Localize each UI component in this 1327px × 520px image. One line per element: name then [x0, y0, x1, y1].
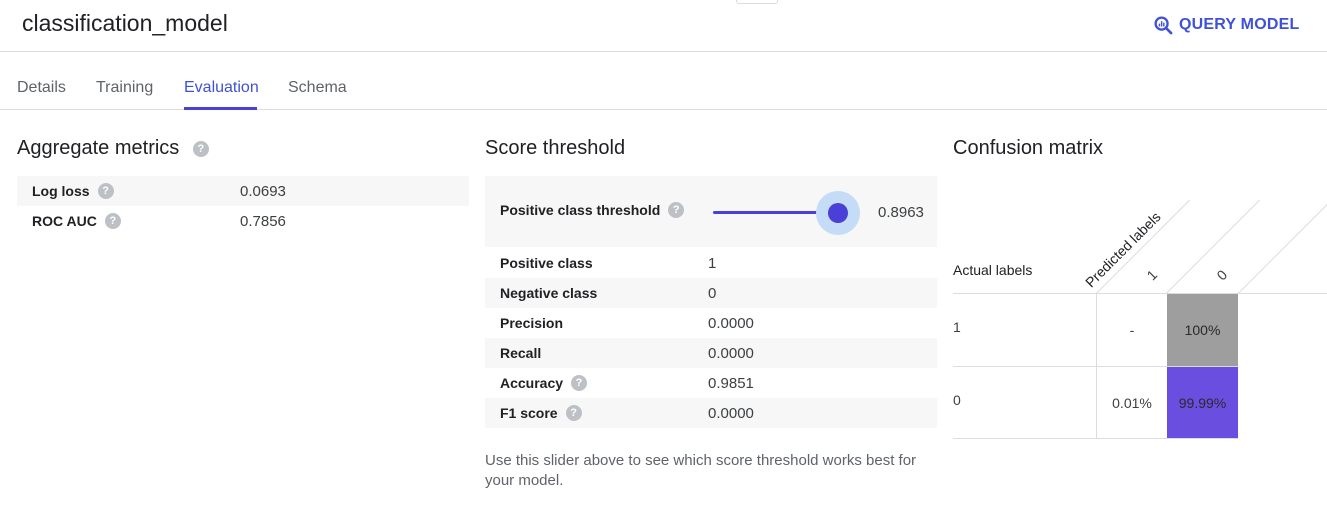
header-diagonal-line: [1166, 199, 1261, 294]
metric-value: 0.0000: [708, 314, 754, 332]
tab-training[interactable]: Training: [96, 79, 153, 97]
metric-label: Precision: [500, 315, 564, 331]
metric-label-text: Log loss: [32, 183, 90, 199]
actual-labels-axis: Actual labels: [953, 262, 1033, 278]
metric-label-text: ROC AUC: [32, 213, 97, 229]
metric-row-positive-class: Positive class 1: [485, 248, 937, 278]
metric-value: 0.0000: [708, 344, 754, 362]
metric-label: F1 score ?: [500, 405, 582, 421]
top-handle[interactable]: [736, 0, 778, 4]
tab-schema[interactable]: Schema: [288, 79, 347, 97]
metric-label: ROC AUC ?: [32, 213, 121, 229]
aggregate-metrics-title: Aggregate metrics ?: [17, 137, 209, 160]
f1-help-icon[interactable]: ?: [565, 405, 582, 421]
header-diagonal-line: [1238, 199, 1327, 294]
metric-value: 0.0693: [240, 182, 286, 200]
metric-row-negative-class: Negative class 0: [485, 278, 937, 308]
threshold-slider-panel: Positive class threshold ? 0.8963: [485, 176, 937, 247]
threshold-value: 0.8963: [878, 204, 924, 221]
threshold-label-text: Positive class threshold: [500, 202, 661, 218]
aggregate-metrics-title-text: Aggregate metrics: [17, 137, 180, 159]
threshold-label: Positive class threshold ?: [500, 202, 685, 218]
metric-row-accuracy: Accuracy ? 0.9851: [485, 368, 937, 398]
page-title: classification_model: [22, 10, 228, 36]
metric-value: 1: [708, 254, 717, 272]
active-tab-indicator: [184, 107, 257, 110]
metric-row-log-loss: Log loss ? 0.0693: [17, 176, 469, 206]
threshold-slider-handle[interactable]: [828, 203, 848, 223]
matrix-cell: -: [1129, 322, 1135, 338]
metric-label: Log loss ?: [32, 183, 114, 199]
metric-value: 0.0000: [708, 404, 754, 422]
metric-label-text: Accuracy: [500, 375, 564, 391]
tab-evaluation[interactable]: Evaluation: [184, 79, 259, 97]
predicted-class-label: 1: [1143, 266, 1161, 284]
aggregate-help-icon[interactable]: ?: [192, 140, 209, 157]
tab-bar: Details Training Evaluation Schema: [0, 52, 1327, 110]
metric-value: 0: [708, 284, 717, 302]
matrix-cell: 99.99%: [1167, 367, 1238, 438]
score-threshold-title: Score threshold: [485, 137, 626, 159]
header-diagonal-line: [1096, 199, 1191, 294]
metric-label: Positive class: [500, 255, 593, 271]
actual-class-label: 1: [953, 319, 961, 335]
tab-details[interactable]: Details: [17, 79, 66, 97]
query-model-label: QUERY MODEL: [1179, 16, 1300, 33]
query-search-icon: [1154, 15, 1173, 35]
metric-label-text: F1 score: [500, 405, 558, 421]
threshold-help-note: Use this slider above to see which score…: [485, 452, 917, 489]
metric-row-f1-score: F1 score ? 0.0000: [485, 398, 937, 428]
roc-auc-help-icon[interactable]: ?: [104, 213, 121, 229]
query-model-button[interactable]: QUERY MODEL: [1154, 12, 1299, 38]
confusion-matrix-title: Confusion matrix: [953, 137, 1104, 159]
accuracy-help-icon[interactable]: ?: [571, 375, 588, 391]
header-bar: classification_model QUERY MODEL: [0, 0, 1327, 52]
actual-class-label: 0: [953, 392, 961, 408]
metric-row-roc-auc: ROC AUC ? 0.7856: [17, 206, 469, 236]
log-loss-help-icon[interactable]: ?: [97, 183, 114, 199]
metric-label: Recall: [500, 345, 542, 361]
matrix-cell: 0.01%: [1112, 394, 1152, 411]
metric-value: 0.7856: [240, 212, 286, 230]
metric-row-precision: Precision 0.0000: [485, 308, 937, 338]
predicted-class-label: 0: [1213, 266, 1231, 284]
metric-value: 0.9851: [708, 374, 754, 392]
threshold-help-icon[interactable]: ?: [668, 202, 685, 218]
metric-label: Accuracy ?: [500, 375, 588, 391]
matrix-cell: 100%: [1167, 294, 1238, 366]
metric-label: Negative class: [500, 285, 598, 301]
metric-row-recall: Recall 0.0000: [485, 338, 937, 368]
